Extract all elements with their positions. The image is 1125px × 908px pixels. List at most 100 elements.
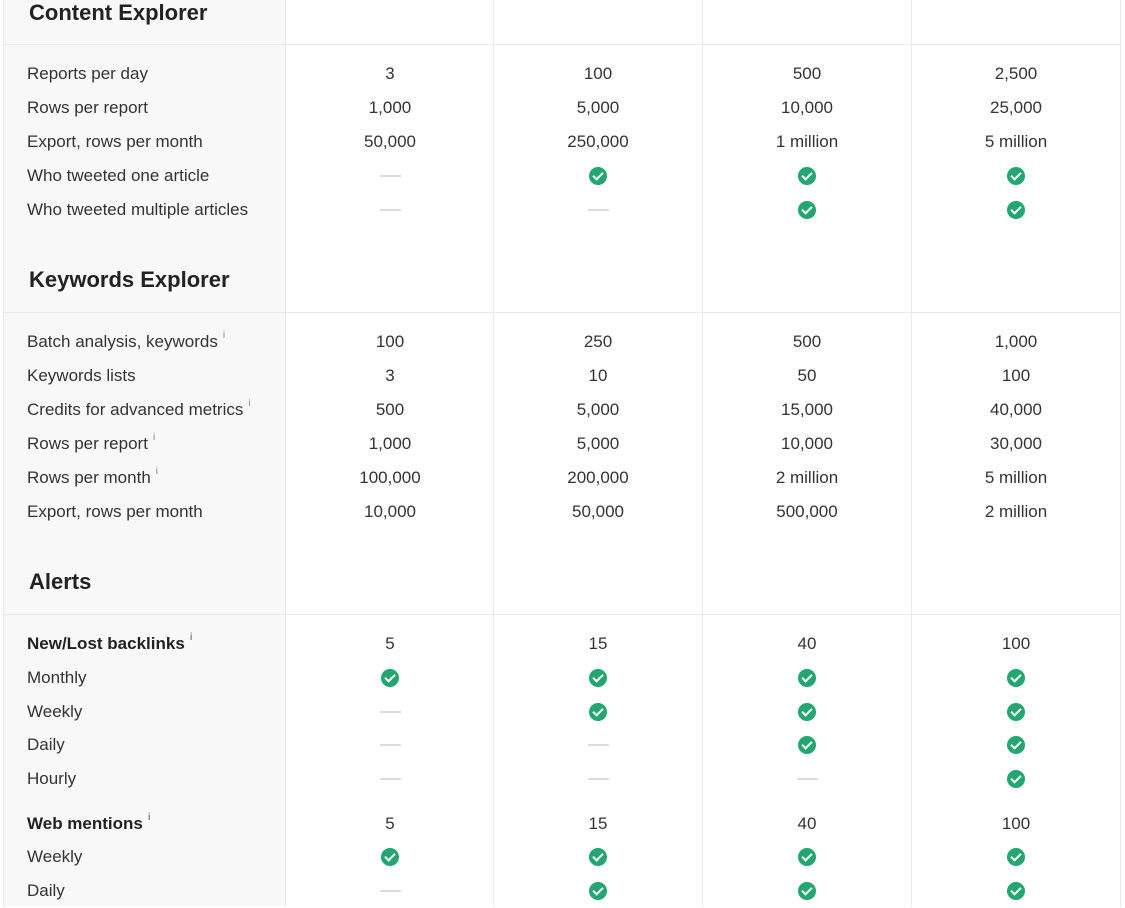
not-included-dash-icon [587,744,609,746]
plan-comparison-table: Content Explorer Keywords Explorer Alert… [0,0,1125,906]
row-label: Export, rows per month [27,495,203,529]
cell-value: 25,000 [990,98,1042,117]
checkmark-icon [798,882,816,900]
checkmark-icon [798,703,816,721]
info-icon[interactable]: i [156,466,158,477]
row-label-text: Keywords lists [27,366,136,385]
section-divider [4,312,1121,313]
not-included-dash-icon [379,890,401,892]
row-label: Weekly [27,695,82,729]
plan-cell: 2 million [912,495,1120,529]
plan-cell [703,661,911,695]
cell-value: 1,000 [368,98,412,117]
plan-cell: 500 [703,325,911,359]
plan-cell: 2,500 [912,57,1120,91]
table-row: Batch analysis, keywords i 100 250 500 1,000 [0,325,1125,359]
plan-cell: 100 [912,807,1120,841]
cell-value: 10,000 [781,434,833,453]
info-icon[interactable]: i [223,330,225,341]
row-label-text: Hourly [27,769,77,788]
cell-value: 10,000 [781,98,833,117]
plan-cell: 200,000 [494,461,702,495]
checkmark-icon [381,669,399,687]
checkmark-icon [1007,882,1025,900]
row-label-text: Weekly [27,702,83,721]
cell-value: 1,000 [368,434,412,453]
row-label: Rows per report [27,91,148,125]
not-included-dash-icon [379,744,401,746]
cell-value: 100 [375,332,405,351]
table-row: Keywords lists 3 10 50 100 [0,359,1125,393]
plan-cell [286,661,494,695]
plan-cell: 250,000 [494,125,702,159]
row-label-text: Web mentions [27,814,143,833]
table-row: Daily [0,728,1125,762]
plan-cell: 5 million [912,125,1120,159]
cell-value: 15,000 [781,400,833,419]
plan-cell: 50,000 [494,495,702,529]
plan-cell [703,762,911,796]
cell-value: 50,000 [572,502,624,521]
plan-cell [912,661,1120,695]
cell-value: 10,000 [364,502,416,521]
plan-cell [703,728,911,762]
plan-cell [494,661,702,695]
plan-cell: 5,000 [494,427,702,461]
row-label-text: Reports per day [27,64,148,83]
plan-cell [912,193,1120,227]
cell-value: 40,000 [990,400,1042,419]
info-icon[interactable]: i [153,432,155,443]
plan-cell: 15 [494,807,702,841]
row-label-text: Rows per report [27,98,148,117]
cell-value: 2 million [984,502,1048,521]
row-label: Reports per day [27,57,148,91]
cell-value: 5,000 [576,98,620,117]
row-label-text: Daily [27,881,65,900]
info-icon[interactable]: i [148,812,151,823]
plan-cell: 5 million [912,461,1120,495]
row-label: Who tweeted one article [27,159,209,193]
row-label: Rows per month i [27,461,158,495]
cell-value: 500 [792,64,822,83]
row-label-text: Export, rows per month [27,502,203,521]
cell-value: 15 [588,814,608,833]
plan-cell [703,159,911,193]
checkmark-icon [798,736,816,754]
row-label-text: Weekly [27,847,83,866]
checkmark-icon [589,703,607,721]
checkmark-icon [798,201,816,219]
plan-cell [912,762,1120,796]
cell-value: 250,000 [567,132,629,151]
plan-cell: 15,000 [703,393,911,427]
cell-value: 100 [1001,366,1031,385]
table-row: Rows per report i 1,000 5,000 10,000 30,000 [0,427,1125,461]
table-row: Weekly [0,695,1125,729]
checkmark-icon [589,848,607,866]
row-label: Weekly [27,840,82,874]
cell-value: 200,000 [567,468,629,487]
checkmark-icon [1007,167,1025,185]
info-icon[interactable]: i [190,632,193,643]
plan-cell: 50 [703,359,911,393]
table-row: Credits for advanced metrics i 500 5,000 15,… [0,393,1125,427]
cell-value: 5,000 [576,434,620,453]
checkmark-icon [1007,770,1025,788]
table-row: Daily [0,874,1125,908]
plan-cell: 40 [703,627,911,661]
plan-cell [286,728,494,762]
checkmark-icon [1007,703,1025,721]
plan-cell: 5 [286,807,494,841]
plan-cell: 1,000 [912,325,1120,359]
row-label-text: Monthly [27,668,87,687]
plan-cell: 100 [912,359,1120,393]
info-icon[interactable]: i [248,398,250,409]
cell-value: 5 million [984,132,1048,151]
plan-cell: 10 [494,359,702,393]
row-label: Web mentions i [27,807,151,841]
plan-cell [286,840,494,874]
row-label-text: New/Lost backlinks [27,634,185,653]
table-row: Reports per day 3 100 500 2,500 [0,57,1125,91]
not-included-dash-icon [587,209,609,211]
plan-cell: 1 million [703,125,911,159]
checkmark-icon [1007,669,1025,687]
